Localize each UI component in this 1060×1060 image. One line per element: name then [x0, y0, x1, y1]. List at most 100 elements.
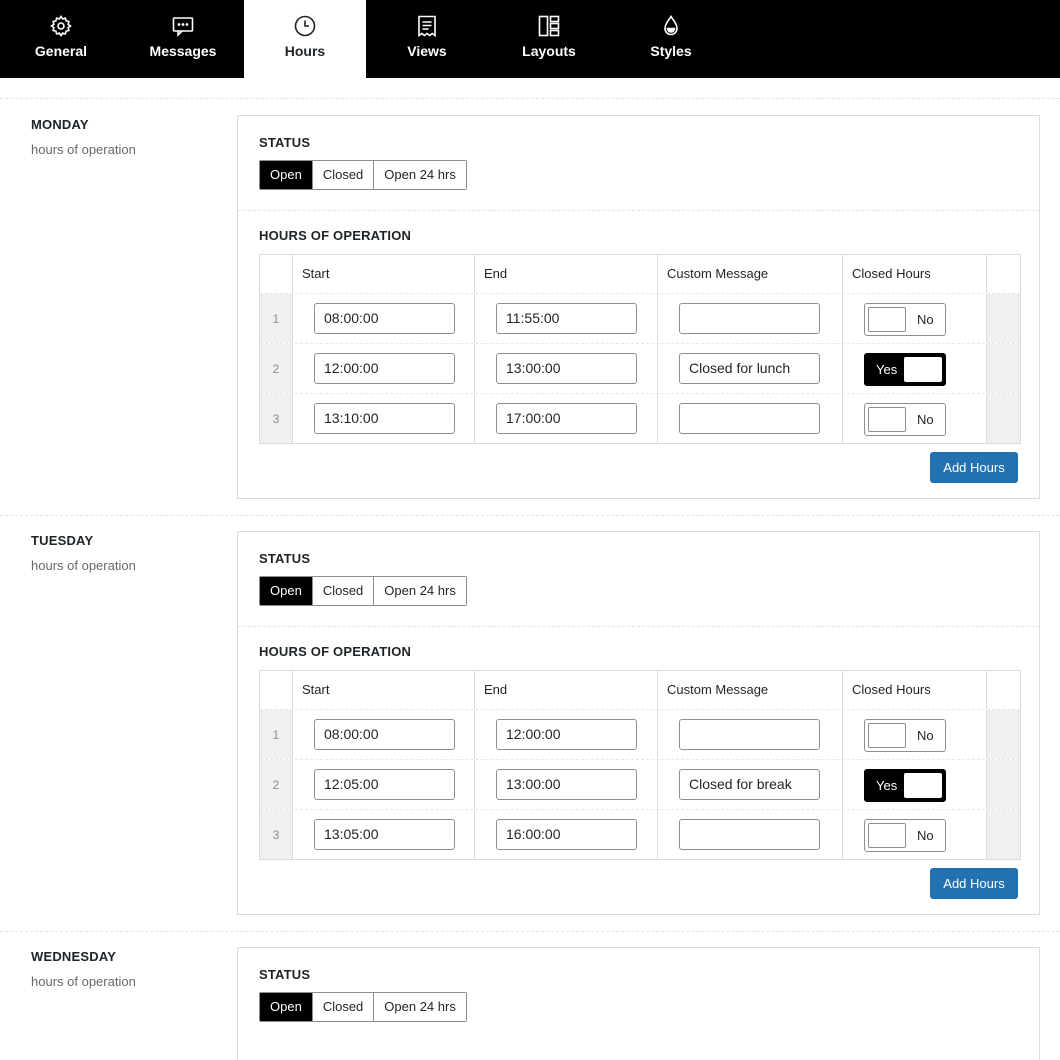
- row-number: 3: [260, 394, 293, 443]
- actions-column-header: [987, 671, 1020, 709]
- day-title: TUESDAY: [31, 533, 94, 548]
- row-actions-cell: [987, 294, 1020, 343]
- custom-message-column-header: Custom Message: [658, 671, 843, 709]
- start-time-input[interactable]: 12:05:00: [314, 769, 455, 800]
- day-subtitle: hours of operation: [31, 558, 136, 573]
- day-subtitle: hours of operation: [31, 142, 136, 157]
- day-title: WEDNESDAY: [31, 949, 117, 964]
- tab-views[interactable]: Views: [366, 0, 488, 78]
- card-divider: [238, 626, 1039, 627]
- tab-label: General: [34, 43, 88, 59]
- closed-hours-toggle[interactable]: Yes: [864, 353, 946, 386]
- toggle-label: No: [917, 828, 934, 843]
- add-hours-button[interactable]: Add Hours: [930, 452, 1018, 483]
- divider: [0, 98, 1060, 99]
- tab-styles[interactable]: Styles: [610, 0, 732, 78]
- custom-message-input[interactable]: [679, 819, 820, 850]
- end-column-header: End: [475, 671, 658, 709]
- actions-column-header: [987, 255, 1020, 293]
- start-time-input[interactable]: 12:00:00: [314, 353, 455, 384]
- end-time-input[interactable]: 11:55:00: [496, 303, 637, 334]
- status-open-option[interactable]: Open: [260, 577, 313, 605]
- toggle-label: No: [917, 312, 934, 327]
- tab-layouts[interactable]: Layouts: [488, 0, 610, 78]
- status-selector: Open Closed Open 24 hrs: [259, 576, 467, 606]
- row-actions-cell: [987, 344, 1020, 393]
- divider: [0, 515, 1060, 516]
- end-time-input[interactable]: 16:00:00: [496, 819, 637, 850]
- tab-messages[interactable]: Messages: [122, 0, 244, 78]
- toggle-knob: [904, 773, 942, 798]
- status-label: STATUS: [259, 967, 311, 982]
- tab-label: Layouts: [522, 43, 576, 59]
- custom-message-column-header: Custom Message: [658, 255, 843, 293]
- row-number: 1: [260, 294, 293, 343]
- end-time-input[interactable]: 17:00:00: [496, 403, 637, 434]
- tab-general[interactable]: General: [0, 0, 122, 78]
- table-row: 3 13:05:00 16:00:00 No: [260, 809, 1020, 859]
- layout-icon: [536, 13, 562, 39]
- status-closed-option[interactable]: Closed: [312, 577, 375, 605]
- custom-message-input[interactable]: Closed for lunch: [679, 353, 820, 384]
- end-time-input[interactable]: 13:00:00: [496, 353, 637, 384]
- closed-hours-toggle[interactable]: No: [864, 403, 946, 436]
- start-time-input[interactable]: 13:10:00: [314, 403, 455, 434]
- start-time-input[interactable]: 08:00:00: [314, 303, 455, 334]
- card-divider: [238, 210, 1039, 211]
- closed-hours-toggle[interactable]: No: [864, 719, 946, 752]
- status-label: STATUS: [259, 135, 311, 150]
- toggle-knob: [868, 823, 906, 848]
- hours-of-operation-label: HOURS OF OPERATION: [259, 228, 412, 243]
- toggle-knob: [868, 723, 906, 748]
- custom-message-input[interactable]: [679, 303, 820, 334]
- tab-label: Hours: [284, 43, 326, 59]
- end-time-input[interactable]: 12:00:00: [496, 719, 637, 750]
- status-open24-option[interactable]: Open 24 hrs: [374, 577, 466, 605]
- start-time-input[interactable]: 13:05:00: [314, 819, 455, 850]
- table-row: 2 12:05:00 13:00:00 Closed for break Yes: [260, 759, 1020, 809]
- row-actions-cell: [987, 710, 1020, 759]
- row-number: 2: [260, 760, 293, 809]
- tab-label: Styles: [650, 43, 692, 59]
- closed-hours-toggle[interactable]: Yes: [864, 769, 946, 802]
- status-selector: Open Closed Open 24 hrs: [259, 992, 467, 1022]
- row-number: 3: [260, 810, 293, 859]
- day-hours-card: STATUS Open Closed Open 24 hrs HOURS OF …: [237, 531, 1040, 915]
- start-time-input[interactable]: 08:00:00: [314, 719, 455, 750]
- closed-hours-toggle[interactable]: No: [864, 303, 946, 336]
- toggle-label: Yes: [876, 362, 898, 377]
- status-open-option[interactable]: Open: [260, 993, 313, 1021]
- status-closed-option[interactable]: Closed: [312, 161, 375, 189]
- custom-message-input[interactable]: [679, 719, 820, 750]
- gear-icon: [48, 13, 74, 39]
- clock-icon: [292, 13, 318, 39]
- status-open-option[interactable]: Open: [260, 161, 313, 189]
- table-row: 1 08:00:00 12:00:00 No: [260, 709, 1020, 759]
- hours-of-operation-label: HOURS OF OPERATION: [259, 644, 412, 659]
- row-number-header: [260, 255, 293, 293]
- custom-message-input[interactable]: Closed for break: [679, 769, 820, 800]
- hours-table: Start End Custom Message Closed Hours 1 …: [259, 254, 1021, 444]
- table-header-row: Start End Custom Message Closed Hours: [260, 671, 1020, 709]
- status-selector: Open Closed Open 24 hrs: [259, 160, 467, 190]
- row-number-header: [260, 671, 293, 709]
- row-actions-cell: [987, 810, 1020, 859]
- receipt-icon: [414, 13, 440, 39]
- status-open24-option[interactable]: Open 24 hrs: [374, 161, 466, 189]
- closed-hours-toggle[interactable]: No: [864, 819, 946, 852]
- end-time-input[interactable]: 13:00:00: [496, 769, 637, 800]
- table-row: 2 12:00:00 13:00:00 Closed for lunch Yes: [260, 343, 1020, 393]
- toggle-knob: [904, 357, 942, 382]
- status-closed-option[interactable]: Closed: [312, 993, 375, 1021]
- status-open24-option[interactable]: Open 24 hrs: [374, 993, 466, 1021]
- add-hours-button[interactable]: Add Hours: [930, 868, 1018, 899]
- tab-label: Messages: [149, 43, 217, 59]
- droplet-icon: [658, 13, 684, 39]
- toggle-label: No: [917, 728, 934, 743]
- day-title: MONDAY: [31, 117, 89, 132]
- closed-hours-column-header: Closed Hours: [843, 671, 987, 709]
- status-label: STATUS: [259, 551, 311, 566]
- custom-message-input[interactable]: [679, 403, 820, 434]
- tab-hours[interactable]: Hours: [244, 0, 366, 78]
- row-number: 2: [260, 344, 293, 393]
